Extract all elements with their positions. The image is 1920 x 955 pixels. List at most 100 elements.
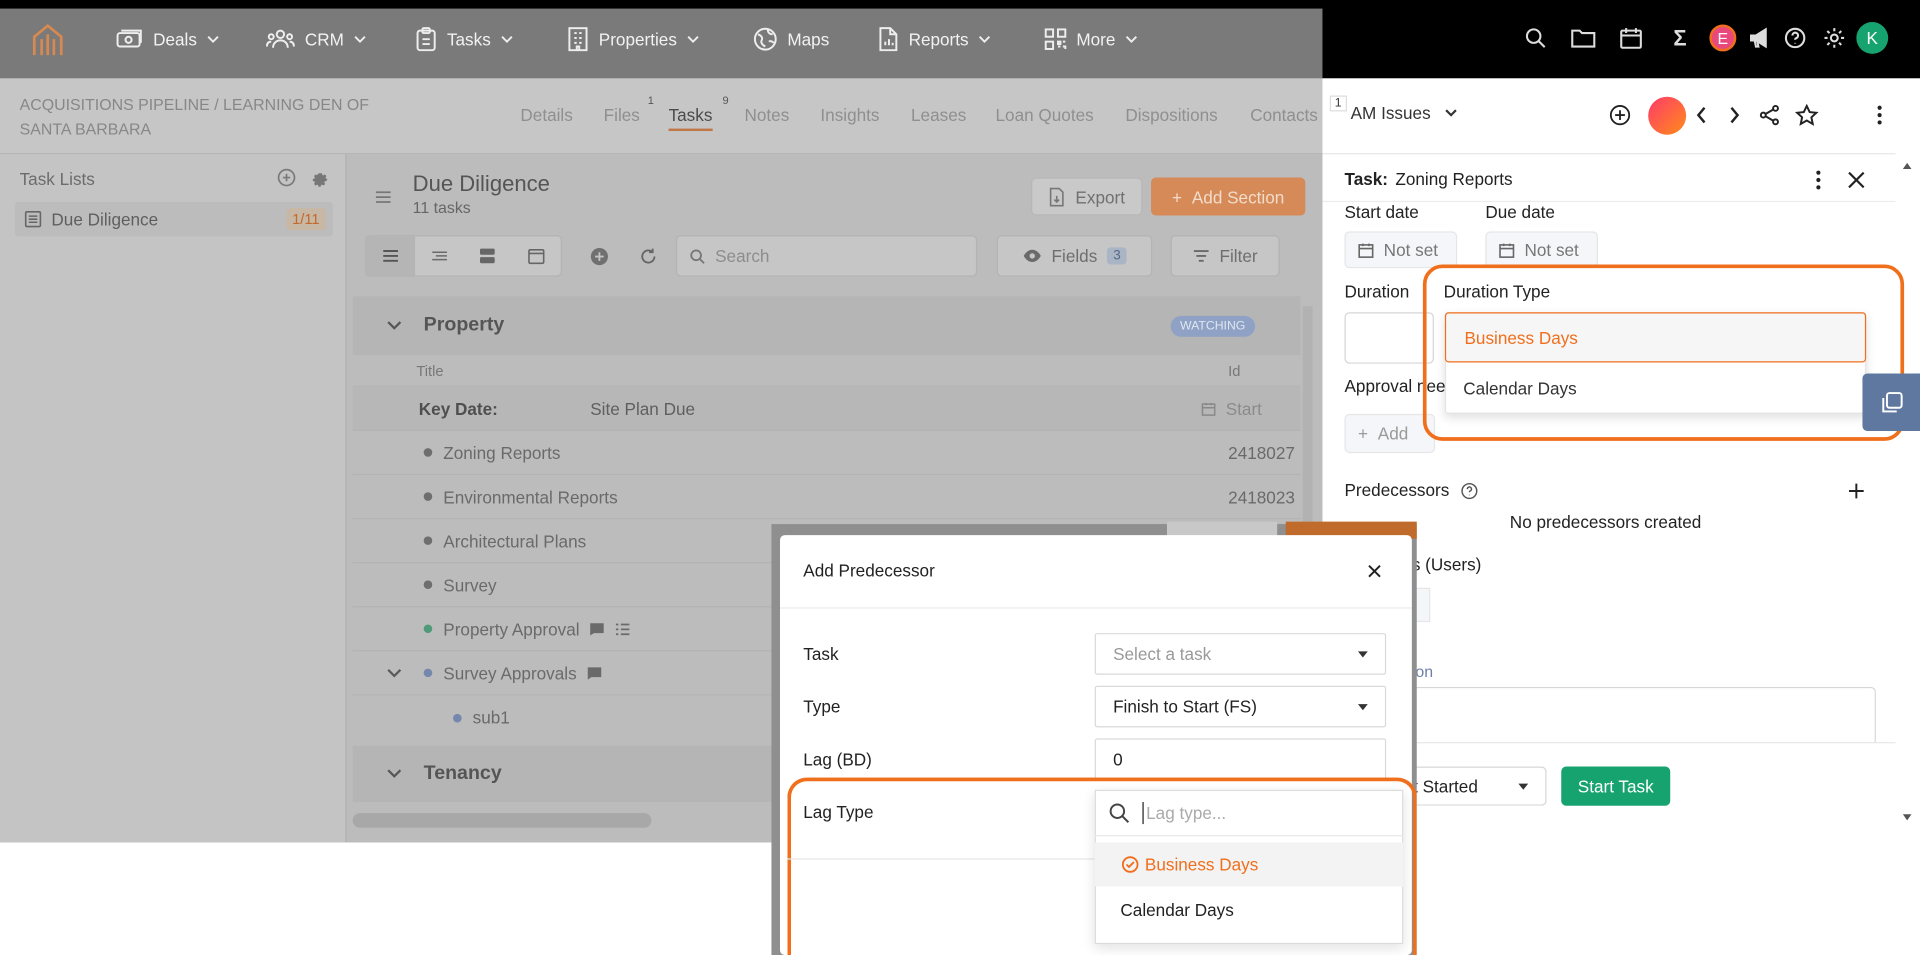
close-icon[interactable] [1848,171,1865,189]
fields-button[interactable]: Fields 3 [996,235,1153,277]
checklist-icon[interactable] [615,621,631,636]
start-date-picker[interactable]: Not set [1344,231,1458,269]
add-predecessor-icon[interactable] [1848,482,1865,499]
task-select[interactable]: Select a task [1094,633,1387,675]
nav-properties[interactable]: Properties [567,9,699,70]
avatar-e[interactable]: E [1709,24,1737,52]
share-icon[interactable] [1758,104,1780,126]
more-vertical-icon[interactable] [1877,105,1882,125]
task-row[interactable]: Environmental Reports 2418023 [352,475,1301,520]
avatar-k[interactable]: K [1856,22,1889,54]
settings-icon[interactable] [310,168,330,188]
calendar-view-icon[interactable] [512,236,561,275]
lag-option-calendar-days[interactable]: Calendar Days [1095,888,1404,932]
add-section-button[interactable]: + Add Section [1151,177,1306,216]
menu-icon[interactable] [375,190,392,205]
no-predecessors-text: No predecessors created [1509,511,1702,532]
section-header-property[interactable]: Property WATCHING [352,296,1301,356]
chevron-right-icon[interactable] [1728,106,1740,124]
avatar[interactable] [1648,96,1687,135]
help-icon[interactable] [1461,482,1478,500]
lag-type-search[interactable]: Lag type... [1094,790,1404,837]
export-icon [1050,187,1064,206]
help-icon[interactable] [1782,24,1809,51]
close-icon[interactable] [1368,564,1381,578]
panel-scrollbar[interactable] [1902,159,1913,828]
add-approval-button[interactable]: + Add [1344,413,1436,454]
type-select[interactable]: Finish to Start (FS) [1094,685,1387,728]
add-circle-icon[interactable] [1609,104,1631,126]
status-select[interactable]: t Started [1408,766,1547,806]
description-field[interactable] [1408,686,1876,749]
nav-deals[interactable]: Deals [116,9,219,70]
key-date-value: Site Plan Due [590,398,696,419]
lag-type-label: Lag Type [803,802,874,822]
add-circle-icon[interactable] [590,247,608,266]
gear-icon[interactable] [1821,24,1848,51]
nav-crm[interactable]: CRM [265,9,366,70]
folder-icon[interactable] [1570,24,1597,51]
comment-icon[interactable] [586,666,602,681]
comment-icon[interactable] [589,621,605,636]
divider [780,607,1412,609]
duration-option-calendar-days[interactable]: Calendar Days [1445,362,1866,412]
calendar-icon[interactable] [1618,24,1645,51]
search-icon[interactable] [1522,24,1549,51]
export-button[interactable]: Export [1031,177,1143,216]
chevron-down-icon[interactable] [387,668,402,678]
board-view-icon[interactable] [463,236,512,275]
task-title: Environmental Reports [443,486,618,507]
chevron-left-icon[interactable] [1696,106,1708,124]
tab-files[interactable]: Files [604,105,640,125]
compact-view-icon[interactable] [415,236,464,275]
status-dot [453,713,462,722]
task-title: Survey [443,574,497,595]
sidebar-item-due-diligence[interactable]: Due Diligence 1/11 [14,202,334,237]
lag-input[interactable]: 0 [1094,738,1387,781]
files-count-badge: 1 [647,94,654,107]
task-row[interactable]: Zoning Reports 2418027 [352,431,1301,476]
list-icon [24,211,42,228]
column-header-id[interactable]: Id [1228,362,1240,379]
search-input[interactable]: Search [675,235,978,277]
megaphone-icon[interactable] [1747,24,1774,51]
more-vertical-icon[interactable] [1816,170,1821,190]
task-title: Zoning Reports [443,442,561,463]
grid-icon [1044,28,1067,50]
tab-dispositions[interactable]: Dispositions [1125,105,1217,125]
duration-input[interactable] [1344,312,1434,364]
due-date-picker[interactable]: Not set [1485,231,1598,269]
add-list-icon[interactable] [277,168,297,188]
fields-label: Fields [1051,246,1098,266]
horizontal-scrollbar[interactable] [352,813,652,828]
refresh-icon[interactable] [639,247,657,265]
tab-contacts[interactable]: Contacts [1250,105,1318,125]
nav-maps[interactable]: Maps [753,9,829,70]
table-view-icon[interactable] [366,236,415,276]
star-icon[interactable] [1795,104,1819,126]
lag-option-business-days[interactable]: Business Days [1094,842,1404,887]
task-title: Property Approval [443,618,580,639]
start-task-button[interactable]: Start Task [1561,766,1671,806]
sigma-icon[interactable]: Σ [1667,24,1694,51]
tab-loan-quotes[interactable]: Loan Quotes [996,105,1094,125]
tab-details[interactable]: Details [520,105,572,125]
lag-type-placeholder: Lag type... [1146,802,1227,823]
app-logo-icon[interactable] [32,22,64,56]
nav-tasks[interactable]: Tasks [415,9,513,70]
tab-notes[interactable]: Notes [744,105,789,125]
duration-option-business-days[interactable]: Business Days [1444,312,1867,363]
panel-selector[interactable]: AM Issues [1351,103,1458,122]
column-header-title[interactable]: Title [416,362,443,379]
divider [1322,153,1896,155]
filter-button[interactable]: Filter [1170,235,1280,277]
key-date-start[interactable]: Start [1201,399,1262,418]
breadcrumb[interactable]: ACQUISITIONS PIPELINE / LEARNING DEN OF … [20,93,375,142]
nav-more[interactable]: More [1044,9,1137,70]
modal-title: Add Predecessor [803,560,935,581]
tab-tasks[interactable]: Tasks [668,105,713,132]
nav-reports[interactable]: Reports [877,9,991,70]
tab-leases[interactable]: Leases [911,105,966,125]
watching-badge[interactable]: WATCHING [1170,315,1256,337]
tab-insights[interactable]: Insights [820,105,879,125]
